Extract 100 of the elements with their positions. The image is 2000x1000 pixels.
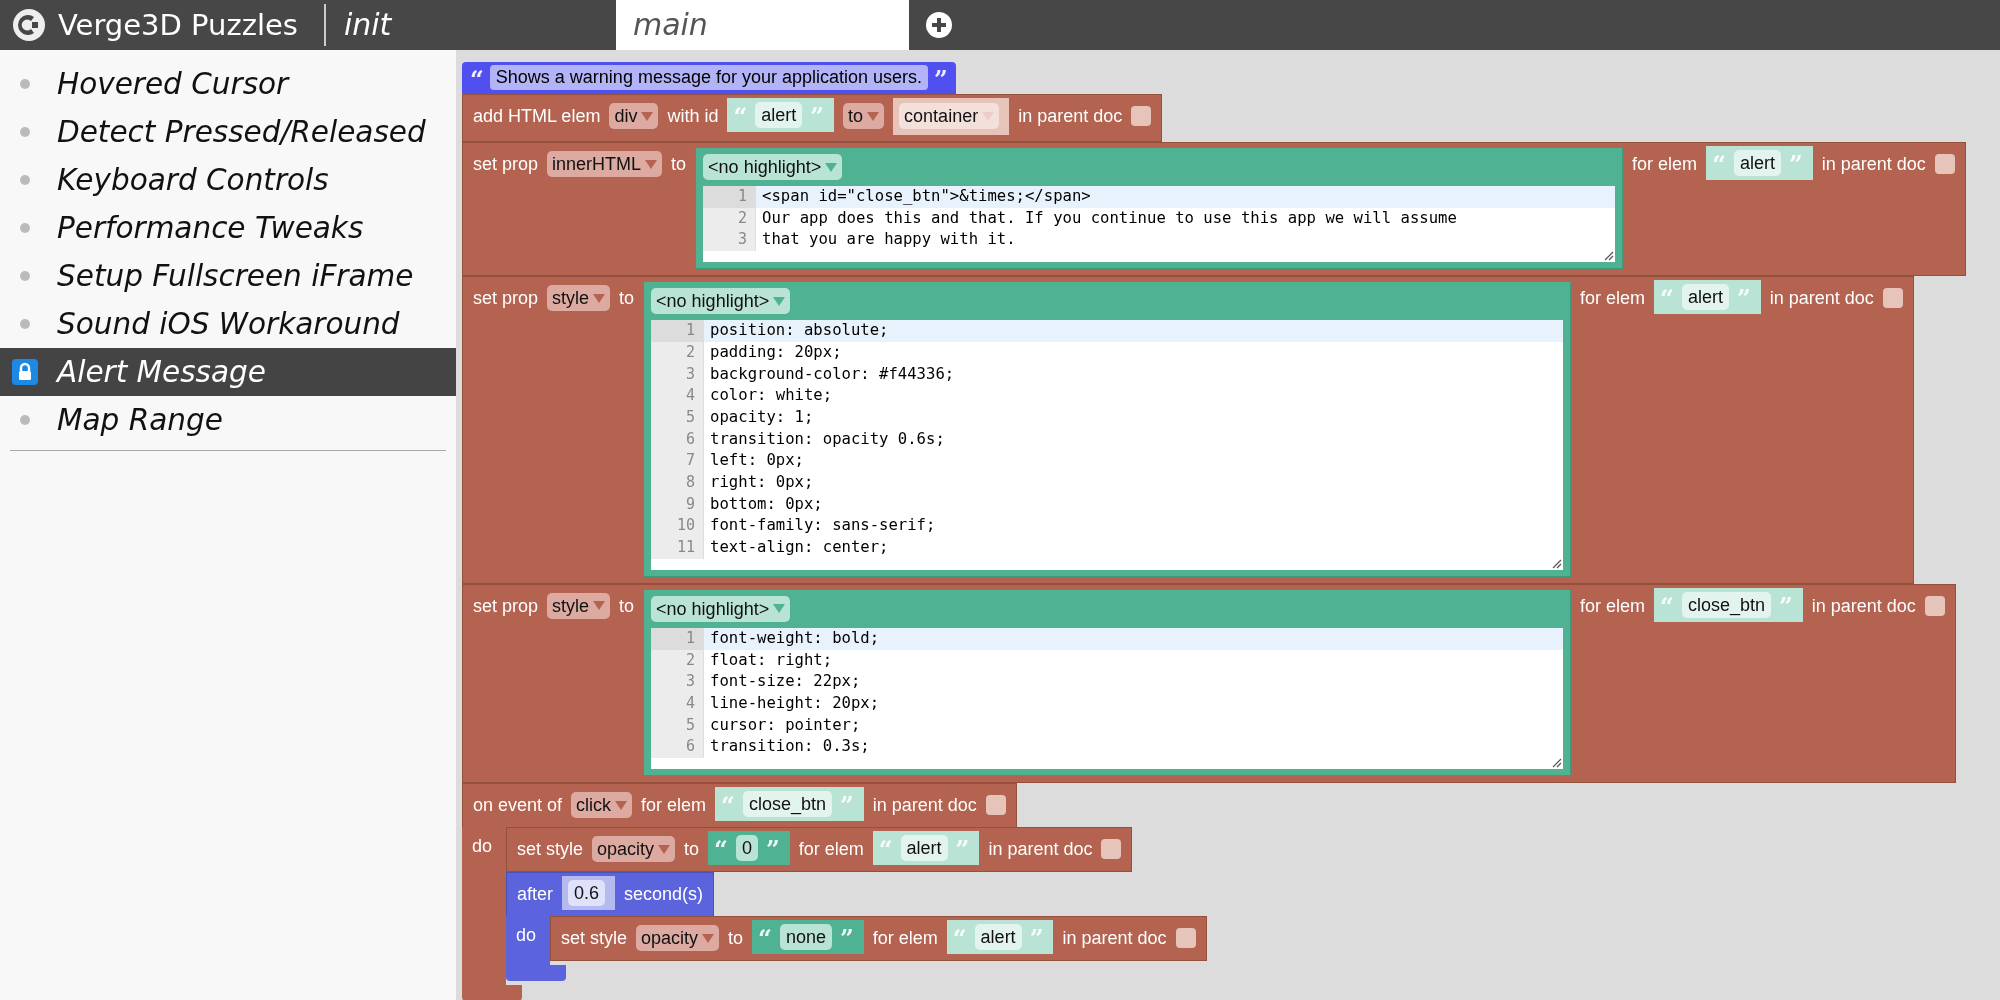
dropdown[interactable]: style xyxy=(547,592,611,619)
code-line: right: 0px; xyxy=(709,472,815,494)
item-label: Hovered Cursor xyxy=(57,67,289,101)
line-number: 10 xyxy=(651,515,705,538)
quote-mark: ” xyxy=(765,840,780,857)
code-line: transition: 0.3s; xyxy=(709,736,871,758)
dropdown[interactable]: innerHTML xyxy=(547,151,663,177)
block-label: set style xyxy=(517,838,584,862)
lock-icon xyxy=(12,359,38,385)
checkbox[interactable] xyxy=(1175,928,1196,949)
dropdown[interactable]: <no highlight> xyxy=(651,288,791,315)
comment-field[interactable]: Shows a warning message for your application users. xyxy=(489,65,929,90)
caret-icon xyxy=(702,933,715,943)
line-number: 8 xyxy=(651,472,705,494)
dropdown[interactable]: opacity xyxy=(592,836,676,863)
text-field[interactable]: alert xyxy=(900,835,948,862)
quote-mark: ” xyxy=(955,840,970,857)
line-number: 3 xyxy=(651,363,705,386)
puzzle-block[interactable]: after 0.6 second(s) xyxy=(506,872,715,917)
line-number: 4 xyxy=(651,385,705,407)
line-number: 2 xyxy=(651,649,705,672)
checkbox[interactable] xyxy=(1924,595,1945,616)
checkbox[interactable] xyxy=(985,795,1006,816)
tab[interactable]: main xyxy=(615,0,909,50)
code-line: opacity: 1; xyxy=(709,406,815,428)
line-number: 4 xyxy=(651,692,705,715)
block-label: to xyxy=(728,927,744,951)
line-number: 5 xyxy=(651,714,705,737)
code-editor[interactable]: 1 <span id="close_btn">&times;</span> 2 Our app does this and that. If you continue to use this app we will assume 3 that you are happy with it. xyxy=(703,186,1616,263)
block-label: set prop xyxy=(473,153,539,176)
item-label: Sound iOS Workaround xyxy=(57,307,400,341)
block-label: with id xyxy=(667,105,719,128)
checkbox[interactable] xyxy=(1131,106,1152,126)
code-editor[interactable]: 1 font-weight: bold; 2 float: right; 3 font-size: 22px; 4 line-height: 20px; 5 cursor: pointer; 6 transition: 0.3s; xyxy=(651,627,1564,770)
checkbox[interactable] xyxy=(1882,288,1903,309)
sidebar-item[interactable]: Keyboard Controls xyxy=(0,156,456,204)
text-field[interactable]: alert xyxy=(755,102,803,128)
line-number: 1 xyxy=(703,186,757,208)
code-line: float: right; xyxy=(709,649,834,671)
block-label: do xyxy=(516,925,537,946)
sidebar-item[interactable]: Sound iOS Workaround xyxy=(0,300,456,348)
dropdown[interactable]: click xyxy=(571,792,633,819)
block-label: to xyxy=(684,838,700,862)
quote-mark: “ xyxy=(952,929,967,946)
quote-mark: ” xyxy=(1029,929,1044,946)
text-field[interactable]: 0 xyxy=(735,835,758,862)
dropdown[interactable]: to xyxy=(843,103,885,129)
caret-icon xyxy=(825,162,838,172)
logo-icon xyxy=(12,8,46,42)
resize-handle-icon xyxy=(1552,558,1563,569)
sidebar-item[interactable]: Detect Pressed/Released xyxy=(0,108,456,156)
text-field[interactable]: alert xyxy=(1681,284,1729,311)
line-number: 11 xyxy=(651,537,705,559)
checkbox[interactable] xyxy=(1934,154,1955,174)
puzzle-block[interactable] xyxy=(462,276,1914,584)
text-field[interactable]: close_btn xyxy=(742,791,832,818)
number-field[interactable]: 0.6 xyxy=(568,880,606,907)
block-label: add HTML elem xyxy=(473,105,601,128)
text-field[interactable]: none xyxy=(779,924,832,951)
sidebar-item[interactable]: Alert Message xyxy=(0,348,456,396)
line-number: 2 xyxy=(651,341,705,364)
line-number: 9 xyxy=(651,493,705,516)
sidebar-item[interactable]: Map Range xyxy=(0,396,456,444)
app-title: Verge3D Puzzles xyxy=(58,8,298,42)
block-label: for elem xyxy=(872,927,938,951)
text-field[interactable]: alert xyxy=(1733,150,1781,176)
quote-mark: “ xyxy=(470,69,484,86)
code-line: left: 0px; xyxy=(709,450,805,472)
puzzle-block[interactable]: set prop style to <no highlight> 1 font-weight: bold; 2 float: right; 3 font-size: 22px; 4 line-height: 20px; 5 cursor: pointer; 6 transition: 0.3s; for elem “ close_btn ” in parent doc xyxy=(462,583,1956,784)
sidebar-item[interactable]: Hovered Cursor xyxy=(0,60,456,108)
code-line: background-color: #f44336; xyxy=(709,363,956,385)
block-label: for elem xyxy=(1580,287,1646,311)
puzzle-block[interactable]: set style opacity to “ none ” for elem “ alert ” in parent doc xyxy=(550,916,1207,962)
caret-icon xyxy=(658,844,671,854)
quote-mark: “ xyxy=(721,796,735,813)
quote-mark: ” xyxy=(1736,289,1751,306)
puzzle-block[interactable] xyxy=(462,142,1966,277)
puzzle-block[interactable]: set style opacity to “ 0 ” for elem “ alert ” in parent doc xyxy=(506,827,1133,873)
caret-icon xyxy=(593,293,606,303)
code-line: text-align: center; xyxy=(709,537,890,559)
dropdown[interactable]: <no highlight> xyxy=(651,595,791,622)
text-field[interactable]: alert xyxy=(974,924,1022,951)
comment-block[interactable]: “ Shows a warning message for your application users. ” xyxy=(462,62,956,94)
dropdown[interactable]: opacity xyxy=(636,925,720,952)
dropdown[interactable]: style xyxy=(547,285,611,312)
code-line: transition: opacity 0.6s; xyxy=(709,428,946,450)
dropdown[interactable]: <no highlight> xyxy=(703,154,843,180)
quote-mark: ” xyxy=(840,796,854,813)
text-field[interactable]: close_btn xyxy=(1681,591,1771,618)
block-label: in parent doc xyxy=(988,838,1093,862)
item-label: Map Range xyxy=(57,403,223,437)
sidebar-item[interactable]: Performance Tweaks xyxy=(0,204,456,252)
dropdown[interactable]: div xyxy=(609,103,659,129)
quote-mark: ” xyxy=(810,107,825,123)
tab[interactable]: init xyxy=(343,0,616,50)
block-label: in parent doc xyxy=(1811,594,1916,618)
puzzle-block[interactable]: on event of click for elem “ close_btn ” in parent doc xyxy=(462,783,1017,828)
sidebar-item[interactable]: Setup Fullscreen iFrame xyxy=(0,252,456,300)
code-editor[interactable] xyxy=(651,320,1564,570)
checkbox[interactable] xyxy=(1101,839,1122,860)
